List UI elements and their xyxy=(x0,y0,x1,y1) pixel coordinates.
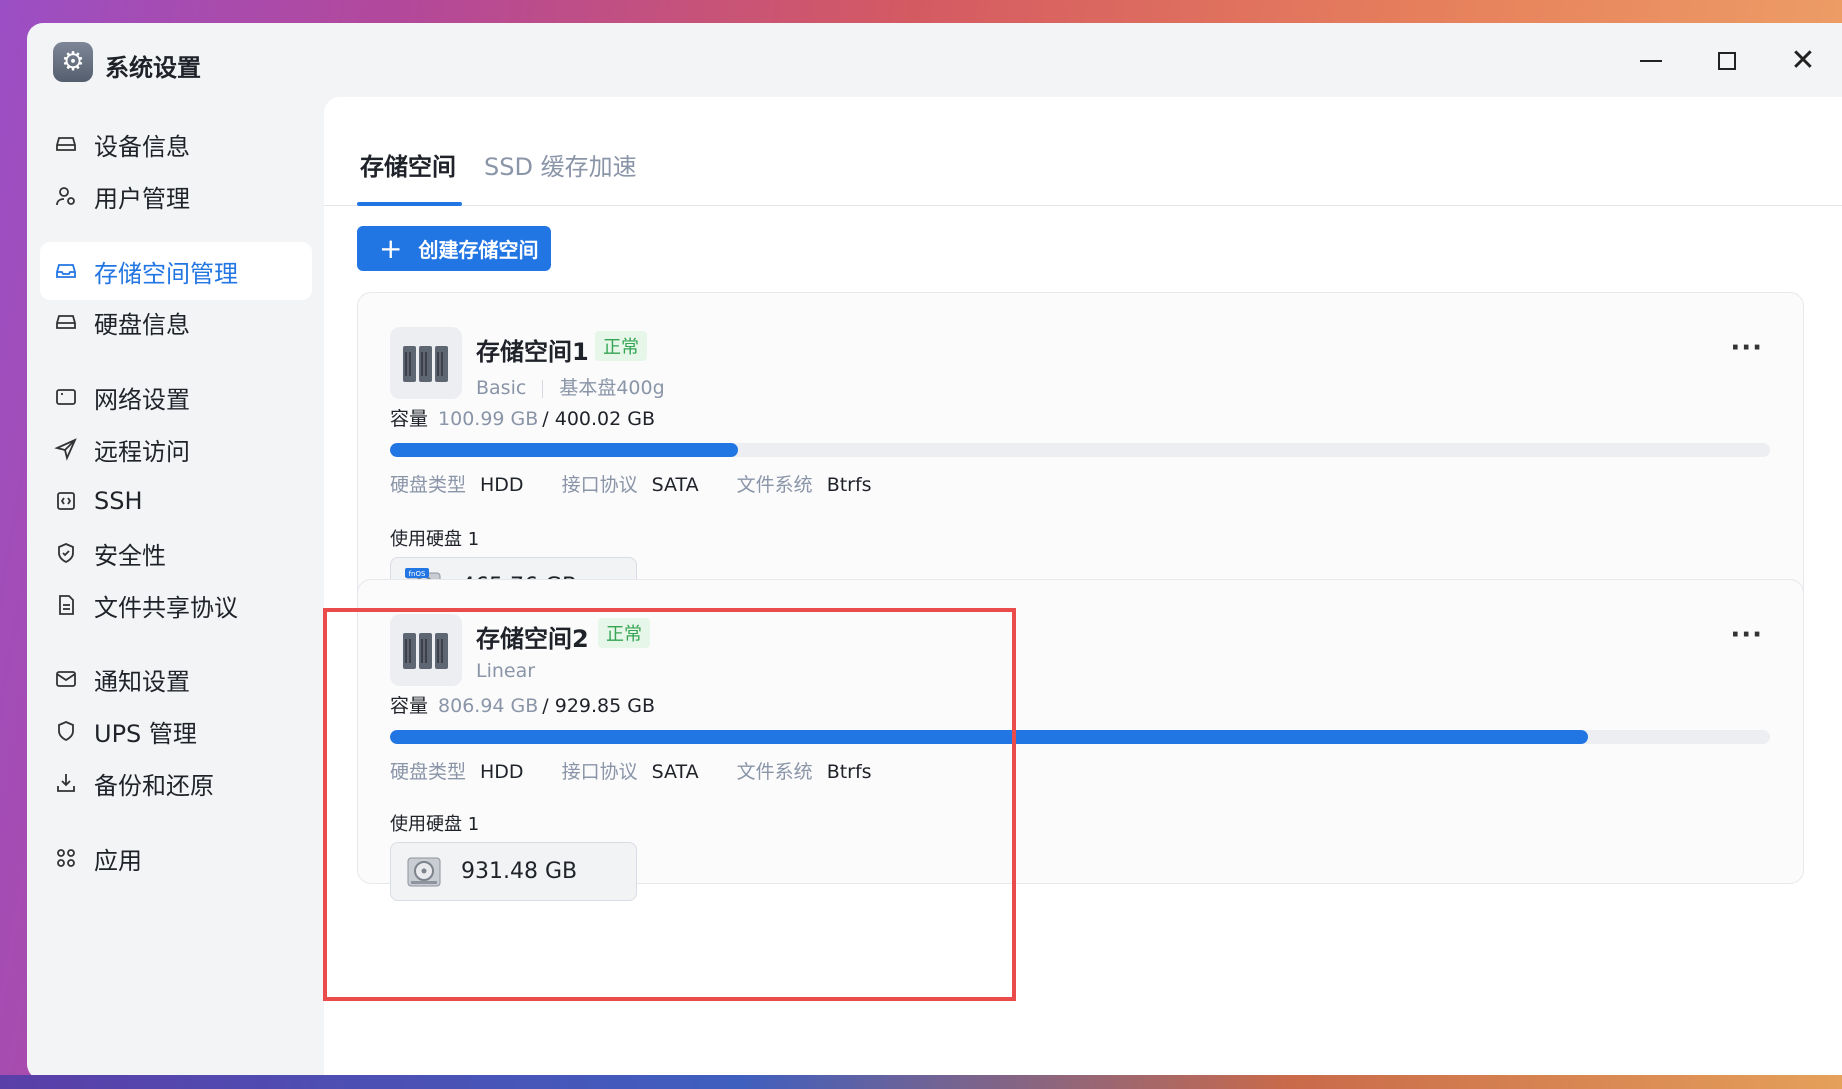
create-storage-button[interactable]: + 创建存储空间 xyxy=(357,226,551,271)
user-icon xyxy=(52,182,80,210)
capacity-used: 100.99 GB xyxy=(438,408,539,430)
window-title: 系统设置 xyxy=(105,54,201,82)
sidebar-item-label: 远程访问 xyxy=(94,437,190,466)
sidebar-item-disk-info[interactable]: 硬盘信息 xyxy=(40,293,312,351)
spec-row: 硬盘类型 HDD 接口协议 SATA 文件系统 Btrfs xyxy=(390,470,910,497)
maximize-button[interactable] xyxy=(1709,43,1745,79)
active-tab-indicator xyxy=(357,202,462,206)
mail-icon xyxy=(52,665,80,693)
capacity-total: / 400.02 GB xyxy=(542,408,656,430)
ssh-icon xyxy=(52,487,80,515)
disk-icon xyxy=(52,308,80,336)
device-icon xyxy=(52,130,80,158)
sidebar-item-label: 通知设置 xyxy=(94,667,190,696)
shield-icon xyxy=(52,717,80,745)
plus-icon: + xyxy=(379,231,403,265)
sidebar-item-label: 网络设置 xyxy=(94,385,190,414)
capacity-bar-fill xyxy=(390,443,739,457)
download-icon xyxy=(52,769,80,797)
close-icon: ✕ xyxy=(1790,43,1816,78)
create-storage-label: 创建存储空间 xyxy=(418,238,539,262)
network-icon xyxy=(52,383,80,411)
sidebar-item-file-sharing[interactable]: 文件共享协议 xyxy=(40,576,312,634)
desktop-background xyxy=(0,1075,1842,1089)
sidebar-item-device-info[interactable]: 设备信息 xyxy=(40,115,312,173)
server-icon xyxy=(390,327,462,399)
pool-name: 存储空间1 xyxy=(476,338,589,366)
minimize-icon xyxy=(1640,60,1662,62)
disk-type: 硬盘类型 HDD xyxy=(390,470,524,497)
storage-icon xyxy=(52,257,80,285)
highlight-annotation-box xyxy=(323,608,1016,1001)
sidebar-item-storage-management[interactable]: 存储空间管理 xyxy=(40,242,312,300)
sidebar-item-label: 安全性 xyxy=(94,541,166,570)
sidebar: 设备信息 用户管理 存储空间管理 硬盘信息 网络设置 远程访问 SSH 安全性 xyxy=(27,97,324,1080)
interface-value: SATA xyxy=(651,474,699,496)
capacity-row: 容量 100.99 GB/ 400.02 GB xyxy=(390,404,655,431)
more-options-button[interactable]: ··· xyxy=(1730,620,1763,650)
pool-raid-type: Basic xyxy=(476,377,527,399)
disks-used-label: 使用硬盘 1 xyxy=(390,529,480,550)
more-options-button[interactable]: ··· xyxy=(1730,333,1763,363)
interface: 接口协议 SATA xyxy=(562,470,699,497)
close-button[interactable]: ✕ xyxy=(1785,43,1821,79)
tab-bar: 存储空间 SSD 缓存加速 xyxy=(324,97,1842,206)
sidebar-item-label: SSH xyxy=(94,487,143,515)
interface-label: 接口协议 xyxy=(561,474,638,496)
sidebar-item-notifications[interactable]: 通知设置 xyxy=(40,650,312,708)
disk-type-label: 硬盘类型 xyxy=(390,474,467,496)
filesystem-value: Btrfs xyxy=(826,474,872,496)
sidebar-item-label: 应用 xyxy=(94,846,142,875)
title-bar: ⚙ 系统设置 ✕ xyxy=(27,23,1842,97)
sidebar-item-label: UPS 管理 xyxy=(94,719,197,748)
status-badge: 正常 xyxy=(595,331,647,361)
file-icon xyxy=(52,591,80,619)
gear-icon: ⚙ xyxy=(53,42,93,82)
sidebar-item-label: 存储空间管理 xyxy=(94,259,238,288)
sidebar-item-user-management[interactable]: 用户管理 xyxy=(40,167,312,225)
sidebar-item-label: 备份和还原 xyxy=(94,771,214,800)
send-icon xyxy=(52,435,80,463)
apps-icon xyxy=(52,844,80,872)
capacity-bar xyxy=(390,443,1770,457)
sidebar-item-apps[interactable]: 应用 xyxy=(40,829,312,887)
sidebar-item-ssh[interactable]: SSH xyxy=(40,472,312,530)
sidebar-item-label: 文件共享协议 xyxy=(94,593,238,622)
maximize-icon xyxy=(1718,52,1736,70)
sidebar-item-ups[interactable]: UPS 管理 xyxy=(40,702,312,760)
sidebar-item-label: 硬盘信息 xyxy=(94,310,190,339)
filesystem: 文件系统 Btrfs xyxy=(737,470,872,497)
sidebar-item-label: 用户管理 xyxy=(94,184,190,213)
sidebar-item-backup[interactable]: 备份和还原 xyxy=(40,754,312,812)
sidebar-item-label: 设备信息 xyxy=(94,132,190,161)
sidebar-item-remote-access[interactable]: 远程访问 xyxy=(40,420,312,478)
filesystem-label: 文件系统 xyxy=(736,474,813,496)
tab-ssd-cache[interactable]: SSD 缓存加速 xyxy=(484,147,637,182)
pool-type: Basic 基本盘400g xyxy=(476,373,665,400)
capacity-label: 容量 xyxy=(390,408,429,430)
minimize-button[interactable] xyxy=(1633,43,1669,79)
tab-storage[interactable]: 存储空间 xyxy=(360,147,456,182)
sidebar-item-security[interactable]: 安全性 xyxy=(40,524,312,582)
disk-type-value: HDD xyxy=(480,474,524,496)
pool-note: 基本盘400g xyxy=(559,377,665,399)
sidebar-item-network[interactable]: 网络设置 xyxy=(40,368,312,426)
shield-check-icon xyxy=(52,539,80,567)
fnos-badge-text: fnOS xyxy=(409,570,426,578)
divider xyxy=(542,379,544,398)
